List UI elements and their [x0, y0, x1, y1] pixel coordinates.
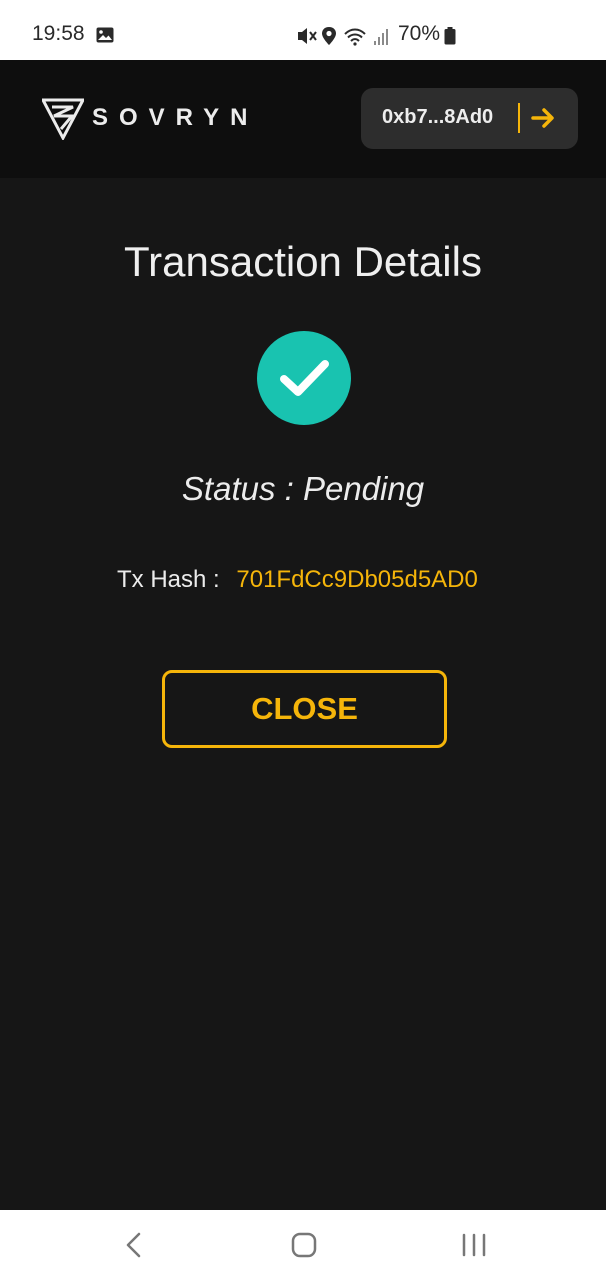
home-icon[interactable]	[290, 1232, 318, 1263]
status-icons	[296, 24, 396, 48]
system-nav-bar	[0, 1210, 606, 1280]
battery-percent: 70%	[398, 22, 441, 45]
status-time: 19:58	[32, 22, 85, 45]
wallet-address: 0xb7...8Ad0	[382, 106, 494, 128]
transaction-status: Status : Pending	[181, 470, 425, 507]
status-bar: 19:58 70%	[0, 0, 606, 60]
battery-icon	[444, 27, 456, 50]
sovryn-logo-icon	[40, 96, 86, 145]
success-check-icon	[257, 331, 351, 425]
close-button[interactable]: CLOSE	[162, 670, 447, 748]
wifi-icon	[344, 28, 366, 42]
app-header: SOVRYN 0xb7...8Ad0	[0, 60, 606, 178]
back-icon[interactable]	[122, 1232, 146, 1263]
tx-hash-value[interactable]: 701FdCc9Db05d5AD0	[236, 566, 478, 593]
page-title: Transaction Details	[124, 238, 482, 285]
brand-name: SOVRYN	[92, 104, 259, 131]
wallet-divider	[518, 103, 520, 133]
mute-icon	[298, 28, 317, 44]
signal-icon	[374, 29, 388, 45]
tx-hash-label: Tx Hash :	[117, 566, 220, 593]
arrow-right-icon	[530, 105, 556, 136]
image-icon	[96, 27, 114, 48]
tx-hash-row: Tx Hash : 701FdCc9Db05d5AD0	[117, 566, 478, 594]
recent-apps-icon[interactable]	[460, 1232, 488, 1263]
wallet-address-button[interactable]: 0xb7...8Ad0	[361, 88, 578, 149]
location-icon	[322, 27, 336, 45]
